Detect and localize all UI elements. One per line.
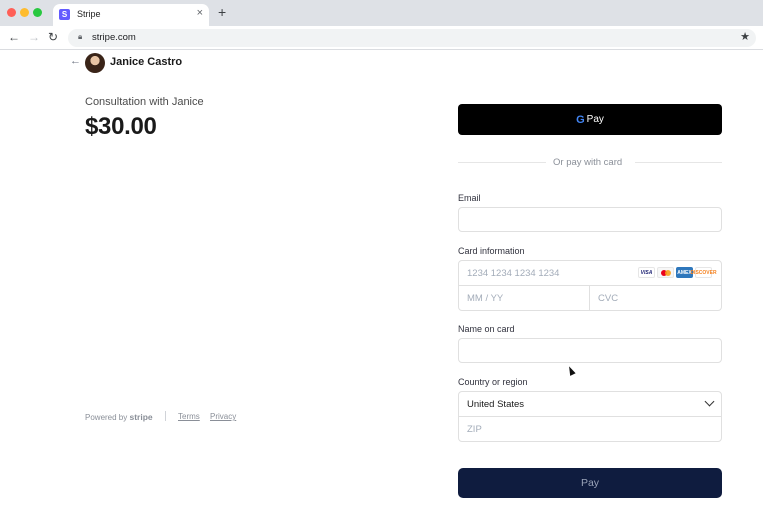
terms-link[interactable]: Terms <box>178 412 200 421</box>
divider-line-left <box>458 162 546 163</box>
name-on-card-label: Name on card <box>458 324 515 334</box>
browser-toolbar: ← → ↻ 🔒︎ stripe.com ★ <box>0 26 763 50</box>
chevron-down-icon <box>704 396 715 407</box>
mastercard-icon <box>657 267 674 278</box>
email-field[interactable] <box>458 207 722 232</box>
minimize-window-button[interactable] <box>20 8 29 17</box>
new-tab-button[interactable]: + <box>218 5 226 19</box>
url-text[interactable]: stripe.com <box>92 32 136 43</box>
product-name: Consultation with Janice <box>85 96 204 108</box>
pay-button[interactable]: Pay <box>458 468 722 498</box>
back-arrow-icon[interactable]: ← <box>70 55 81 67</box>
google-pay-button[interactable]: G Pay <box>458 104 722 135</box>
maximize-window-button[interactable] <box>33 8 42 17</box>
powered-by[interactable]: Powered by stripe <box>85 412 153 422</box>
stripe-favicon-icon: S <box>59 9 70 20</box>
divider-text: Or pay with card <box>553 157 623 168</box>
zip-field[interactable]: ZIP <box>458 416 722 442</box>
merchant-name: Janice Castro <box>110 56 183 68</box>
back-icon[interactable]: ← <box>8 30 20 44</box>
card-brands: VISA AMEX DISCOVER <box>638 267 717 278</box>
name-on-card-field[interactable] <box>458 338 722 363</box>
discover-icon: DISCOVER <box>690 267 717 278</box>
browser-tab-bar: S Stripe × + <box>0 0 763 26</box>
close-window-button[interactable] <box>7 8 16 17</box>
card-cvc-field[interactable]: CVC <box>589 285 722 311</box>
star-icon[interactable]: ★ <box>740 30 750 43</box>
avatar <box>85 53 105 73</box>
google-pay-label: Pay <box>586 114 604 125</box>
privacy-link[interactable]: Privacy <box>210 412 236 421</box>
address-bar[interactable]: 🔒︎ stripe.com ★ <box>68 29 756 47</box>
divider-line-right <box>635 162 722 163</box>
card-expiry-field[interactable]: MM / YY <box>458 285 590 311</box>
tab-title: Stripe <box>77 9 101 19</box>
stripe-logo: stripe <box>129 412 153 422</box>
google-g-icon: G <box>576 113 585 126</box>
country-select[interactable]: United States <box>458 391 722 417</box>
footer-divider <box>165 411 166 421</box>
browser-tab[interactable]: S Stripe × <box>53 4 209 26</box>
reload-icon[interactable]: ↻ <box>48 30 58 44</box>
powered-by-text: Powered by <box>85 413 128 422</box>
price: $30.00 <box>85 113 157 140</box>
card-info-label: Card information <box>458 246 525 256</box>
mouse-cursor-icon <box>566 365 576 376</box>
lock-icon: 🔒︎ <box>78 32 83 41</box>
email-label: Email <box>458 193 481 203</box>
country-label: Country or region <box>458 377 528 387</box>
visa-icon: VISA <box>638 267 655 278</box>
country-value: United States <box>467 398 525 410</box>
close-tab-icon[interactable]: × <box>197 7 203 19</box>
forward-icon[interactable]: → <box>28 30 40 44</box>
